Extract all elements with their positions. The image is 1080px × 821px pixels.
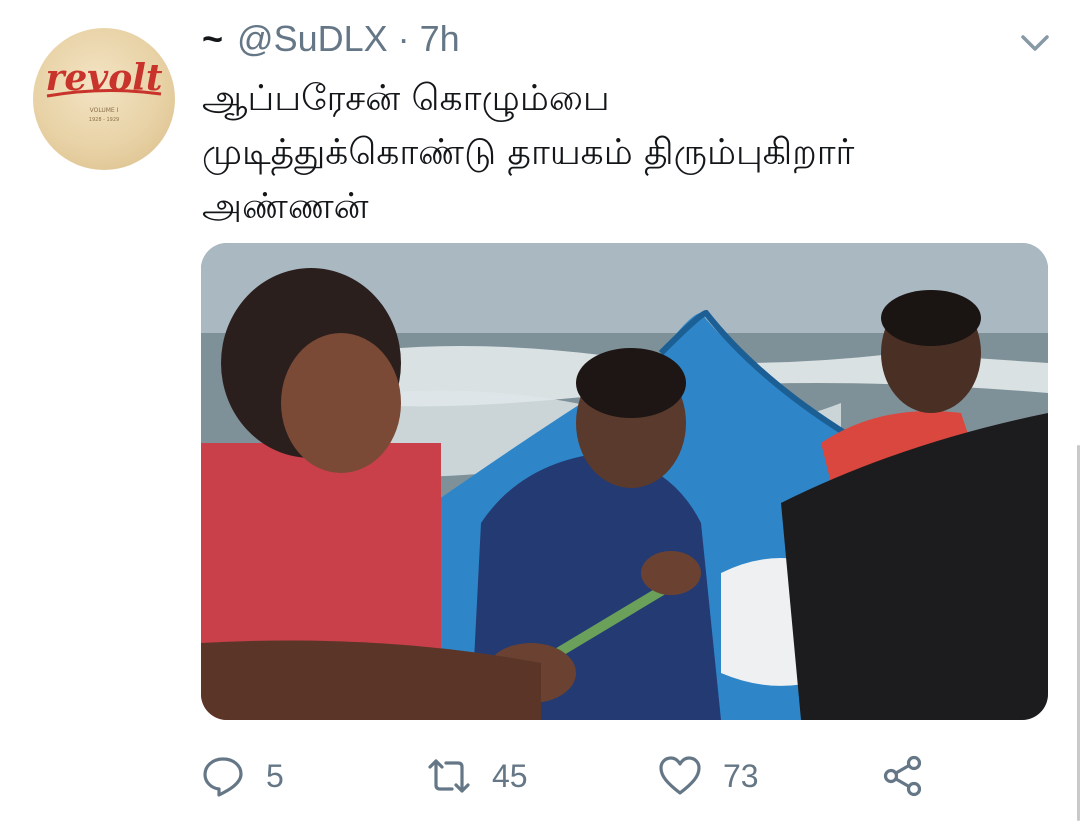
tweet-text: ஆப்பரேசன் கொழும்பை முடித்துக்கொண்டு தாயக… <box>202 72 1042 234</box>
share-icon <box>883 755 922 797</box>
reply-count: 5 <box>266 757 284 794</box>
svg-text:1928 - 1929: 1928 - 1929 <box>89 117 119 123</box>
tweet-actions: 5 45 73 <box>200 748 960 804</box>
retweet-icon <box>428 759 470 793</box>
tweet[interactable]: revolt VOLUME I 1928 - 1929 ~ @SuDLX · 7… <box>0 0 1080 821</box>
reply-icon <box>203 757 243 797</box>
photo-image <box>201 243 1048 720</box>
share-button[interactable] <box>880 748 926 804</box>
tweet-header: ~ @SuDLX · 7h <box>202 18 460 60</box>
handle[interactable]: @SuDLX <box>237 18 388 60</box>
tweet-text-line: ஆப்பரேசன் கொழும்பை <box>202 78 610 119</box>
svg-text:VOLUME I: VOLUME I <box>90 107 119 114</box>
tweet-text-line: முடித்துக்கொண்டு தாயகம் திரும்புகிறார் <box>202 132 855 173</box>
avatar[interactable]: revolt VOLUME I 1928 - 1929 <box>33 28 175 170</box>
separator: · <box>397 18 410 59</box>
display-name[interactable]: ~ <box>202 18 223 60</box>
tweet-photo[interactable] <box>201 243 1048 720</box>
revolt-logo: revolt VOLUME I 1928 - 1929 <box>45 57 162 123</box>
heart-icon <box>659 756 701 795</box>
retweet-count: 45 <box>492 757 528 794</box>
like-count: 73 <box>723 757 759 794</box>
tweet-text-line: அண்ணன் <box>202 186 369 227</box>
retweet-button[interactable]: 45 <box>426 748 528 804</box>
reply-button[interactable]: 5 <box>200 748 284 804</box>
like-button[interactable]: 73 <box>657 748 759 804</box>
timestamp[interactable]: 7h <box>420 18 460 60</box>
chevron-down-icon[interactable] <box>1014 28 1056 58</box>
